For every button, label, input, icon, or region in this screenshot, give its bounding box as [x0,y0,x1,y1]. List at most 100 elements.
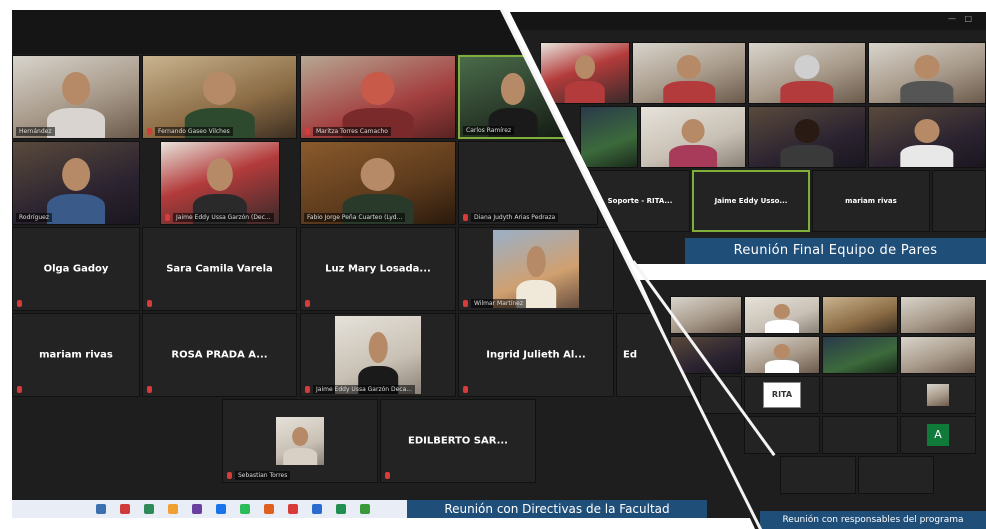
participant-video [749,107,865,167]
muted-mic-icon [17,386,22,393]
participant-video-tile[interactable]: Fabio Jorge Peña Cuarteo (Lyd... [300,141,456,225]
participant-name-tile[interactable]: mariam rivas [12,313,140,397]
main-meeting-banner: Reunión con Directivas de la Facultad [407,500,707,518]
taskbar-app-icon[interactable] [336,504,346,514]
participant-name-tile[interactable]: ROSA PRADA A... [142,313,297,397]
participant-empty-tile[interactable] [932,170,986,232]
participant-video [745,337,819,373]
participant-caption: Fabio Jorge Peña Cuarteo (Lyd... [304,213,406,222]
participant-caption: Maritza Torres Camacho [313,127,391,136]
participant-caption: Fernando Gaseo Vilches [155,127,233,136]
participant-video-tile[interactable] [822,296,898,334]
taskbar-app-icon[interactable] [168,504,178,514]
participant-video [161,142,279,224]
taskbar-app-icon[interactable] [264,504,274,514]
participant-video-tile[interactable] [868,42,986,104]
participant-video-tile[interactable]: Rodríguez [12,141,140,225]
participant-name-tile[interactable]: Luz Mary Losada... [300,227,456,311]
participant-video-tile[interactable] [822,336,898,374]
participant-name: mariam rivas [845,197,897,205]
participant-video-tile[interactable] [900,376,976,414]
participant-video [869,107,985,167]
top-right-meeting-topbar: — □ [510,12,986,30]
participant-video-tile[interactable] [900,296,976,334]
muted-mic-icon [463,300,468,307]
zoom-collage: Hernández Fernando Gaseo Vilches Maritza… [0,0,986,529]
participant-caption: Sebastian Torres [235,471,291,480]
participant-caption: Jaime Eddy Ussa Garzón (Dec... [173,213,274,222]
participant-video-tile[interactable] [744,336,820,374]
participant-video-tile[interactable] [748,42,866,104]
participant-caption: Hernández [16,127,55,136]
muted-mic-icon [227,472,232,479]
participant-video [581,107,637,167]
muted-mic-icon [463,386,468,393]
participant-video-tile[interactable] [900,336,976,374]
participant-name-tile[interactable]: EDILBERTO SAR... [380,399,536,483]
participant-empty-tile[interactable] [744,416,820,454]
participant-video-tile[interactable]: Diana Judyth Arias Pedraza [458,141,598,225]
taskbar-app-icon[interactable] [240,504,250,514]
taskbar-app-icon[interactable] [216,504,226,514]
participant-video-tile[interactable]: Hernández [12,55,140,139]
taskbar-app-icon[interactable] [144,504,154,514]
avatar: A [927,424,949,446]
active-speaker-tile[interactable]: Jaime Eddy Usso... [692,170,810,232]
participant-video-tile[interactable]: Sebastian Torres [222,399,378,483]
participant-empty-tile[interactable] [780,456,856,494]
taskbar-app-icon[interactable] [360,504,370,514]
participant-video [823,337,897,373]
participant-video [301,56,455,138]
bottom-right-meeting-banner: Reunión con responsables del programa [760,511,986,529]
participant-video-tile[interactable]: Jaime Eddy Ussa Garzón (Dec... [160,141,280,225]
participant-video [335,316,421,394]
participant-video-tile[interactable]: Fernando Gaseo Vilches [142,55,297,139]
participant-logo-tile[interactable]: RITA [744,376,820,414]
participant-video [459,142,597,224]
participant-video-tile[interactable]: Wilmar Martínez [458,227,614,311]
participant-video-tile[interactable] [540,42,630,104]
muted-mic-icon [463,214,468,221]
muted-mic-icon [305,300,310,307]
participant-video [276,417,324,465]
muted-mic-icon [305,386,310,393]
participant-video-tile[interactable] [632,42,746,104]
participant-video-tile[interactable]: Maritza Torres Camacho [300,55,456,139]
participant-video [301,142,455,224]
participant-name: Jaime Eddy Usso... [714,197,788,205]
muted-mic-icon [147,386,152,393]
participant-video [143,56,296,138]
participant-name-tile[interactable]: Ingrid Julieth Al... [458,313,614,397]
minimize-icon[interactable]: — [948,14,956,23]
participant-video-tile[interactable] [744,296,820,334]
participant-name: Luz Mary Losada... [325,263,431,275]
participant-empty-tile[interactable] [822,376,898,414]
participant-name-tile[interactable]: Olga Gadoy [12,227,140,311]
participant-video-tile[interactable] [868,106,986,168]
participant-name-tile[interactable]: mariam rivas [812,170,930,232]
top-right-meeting-banner: Reunión Final Equipo de Pares [685,238,986,264]
participant-empty-tile[interactable] [822,416,898,454]
windows-taskbar [12,500,407,518]
participant-video [633,43,745,103]
taskbar-app-icon[interactable] [120,504,130,514]
participant-video [927,384,949,406]
taskbar-app-icon[interactable] [192,504,202,514]
taskbar-app-icon[interactable] [96,504,106,514]
participant-video [641,107,745,167]
participant-video-tile[interactable] [640,106,746,168]
participant-video [901,297,975,333]
participant-video-tile[interactable] [748,106,866,168]
participant-name: Sara Camila Varela [166,263,273,275]
participant-name-tile[interactable]: Sara Camila Varela [142,227,297,311]
maximize-icon[interactable]: □ [964,14,972,23]
participant-video-tile[interactable]: Jaime Eddy Ussa Garzón Deca... [300,313,456,397]
participant-avatar-tile[interactable]: A [900,416,976,454]
taskbar-app-icon[interactable] [288,504,298,514]
muted-mic-icon [305,128,310,135]
participant-video-tile[interactable] [580,106,638,168]
taskbar-app-icon[interactable] [312,504,322,514]
participant-video [541,43,629,103]
participant-caption: Carlos Ramírez [463,126,515,135]
participant-empty-tile[interactable] [858,456,934,494]
